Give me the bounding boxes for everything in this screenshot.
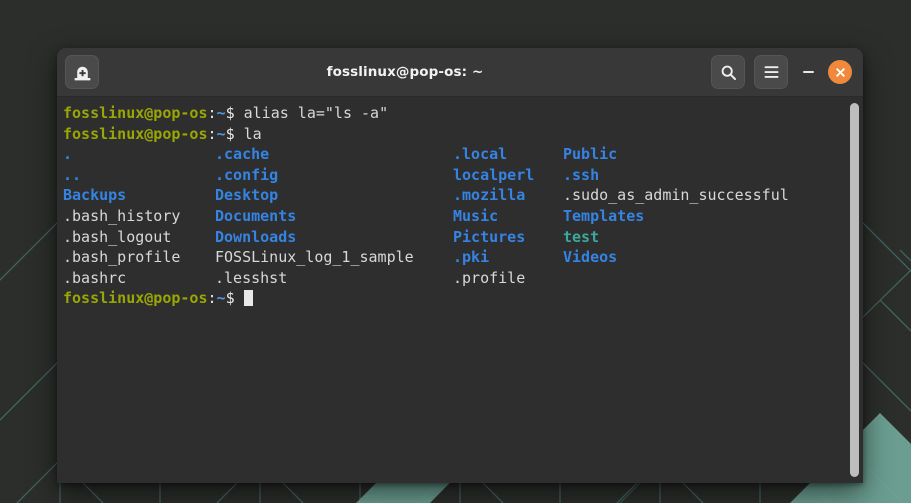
- prompt-path: ~: [216, 289, 226, 308]
- prompt-dollar: $: [225, 124, 244, 143]
- file-entry-dir: .config: [215, 165, 279, 184]
- file-entry-dir: .cache: [215, 145, 270, 164]
- file-entry-file: FOSSLinux_log_1_sample: [215, 248, 414, 267]
- minimize-button[interactable]: [797, 58, 819, 86]
- close-button[interactable]: [828, 60, 852, 84]
- file-entry-link: test: [563, 227, 600, 246]
- terminal-body[interactable]: fosslinux@pop-os:~$ alias la="ls -a" foss…: [57, 97, 863, 483]
- file-listing-row: .bash_logout Downloads Pictures test: [63, 227, 863, 248]
- file-listing-row: . .cache .local Public: [63, 144, 863, 165]
- file-entry-dir: .ssh: [563, 165, 600, 184]
- file-entry-dir: .pki: [453, 248, 490, 267]
- terminal-scrollbar[interactable]: [847, 97, 863, 483]
- terminal-output[interactable]: fosslinux@pop-os:~$ alias la="ls -a" foss…: [57, 97, 863, 309]
- file-entry-dir: .: [63, 145, 73, 164]
- file-entry-file: .bash_history: [63, 206, 181, 225]
- file-entry-dir: Videos: [563, 248, 618, 267]
- window-controls: [711, 55, 855, 89]
- window-title: fosslinux@pop-os: ~: [326, 64, 484, 80]
- file-entry-dir: localperl: [453, 165, 535, 184]
- prompt-colon: :: [207, 289, 217, 308]
- terminal-prompt-line: fosslinux@pop-os:~$ la: [63, 124, 863, 145]
- prompt-path: ~: [216, 104, 226, 122]
- terminal-scrollbar-thumb[interactable]: [850, 103, 859, 477]
- prompt-colon: :: [207, 104, 217, 122]
- menu-button[interactable]: [754, 55, 788, 89]
- file-entry-dir: Templates: [563, 206, 645, 225]
- file-entry-file: .sudo_as_admin_successful: [563, 186, 789, 205]
- file-listing-row: Backups Desktop .mozilla .sudo_as_admin_suc…: [63, 185, 863, 206]
- terminal-command: la: [243, 124, 262, 143]
- new-tab-button[interactable]: [65, 55, 99, 89]
- file-entry-dir: Desktop: [215, 186, 279, 205]
- prompt-user-host: fosslinux@pop-os: [63, 104, 208, 122]
- file-entry-dir: .local: [453, 145, 508, 164]
- file-listing-row: .. .config localperl .ssh: [63, 165, 863, 186]
- new-tab-terminal-icon: [74, 66, 90, 80]
- file-entry-dir: Music: [453, 206, 499, 225]
- search-button[interactable]: [711, 55, 745, 89]
- file-entry-dir: ..: [63, 165, 82, 184]
- file-listing-row: .bash_profile FOSSLinux_log_1_sample .pki V…: [63, 247, 863, 268]
- file-entry-dir: Backups: [63, 186, 127, 205]
- file-entry-file: .profile: [453, 268, 526, 287]
- minimize-icon: [802, 71, 814, 73]
- terminal-cursor: [243, 290, 253, 307]
- file-entry-dir: Public: [563, 145, 618, 164]
- prompt-dollar: $: [225, 104, 244, 122]
- prompt-user-host: fosslinux@pop-os: [63, 124, 208, 143]
- prompt-colon: :: [207, 124, 217, 143]
- prompt-dollar: $: [225, 289, 244, 308]
- file-listing-row: .bashrc .lesshst .profile: [63, 268, 863, 289]
- file-entry-file: .bash_logout: [63, 227, 172, 246]
- file-entry-dir: Downloads: [215, 227, 297, 246]
- prompt-user-host: fosslinux@pop-os: [63, 289, 208, 308]
- terminal-window[interactable]: fosslinux@pop-os: ~ fosslinux@pop-os:~$ …: [57, 48, 863, 483]
- file-entry-dir: Pictures: [453, 227, 526, 246]
- prompt-path: ~: [216, 124, 226, 143]
- terminal-command: alias la="ls -a": [243, 104, 389, 122]
- file-entry-file: .lesshst: [215, 268, 288, 287]
- hamburger-menu-icon: [764, 66, 778, 78]
- file-entry-file: .bash_profile: [63, 248, 181, 267]
- titlebar[interactable]: fosslinux@pop-os: ~: [57, 48, 863, 97]
- file-entry-dir: Documents: [215, 206, 297, 225]
- file-entry-dir: .mozilla: [453, 186, 526, 205]
- file-listing-row: .bash_history Documents Music Templates: [63, 206, 863, 227]
- close-icon: [835, 67, 845, 77]
- terminal-prompt-line: fosslinux@pop-os:~$ alias la="ls -a": [63, 103, 863, 124]
- terminal-active-prompt-line[interactable]: fosslinux@pop-os:~$: [63, 288, 863, 309]
- file-entry-file: .bashrc: [63, 268, 127, 287]
- search-icon: [721, 65, 736, 80]
